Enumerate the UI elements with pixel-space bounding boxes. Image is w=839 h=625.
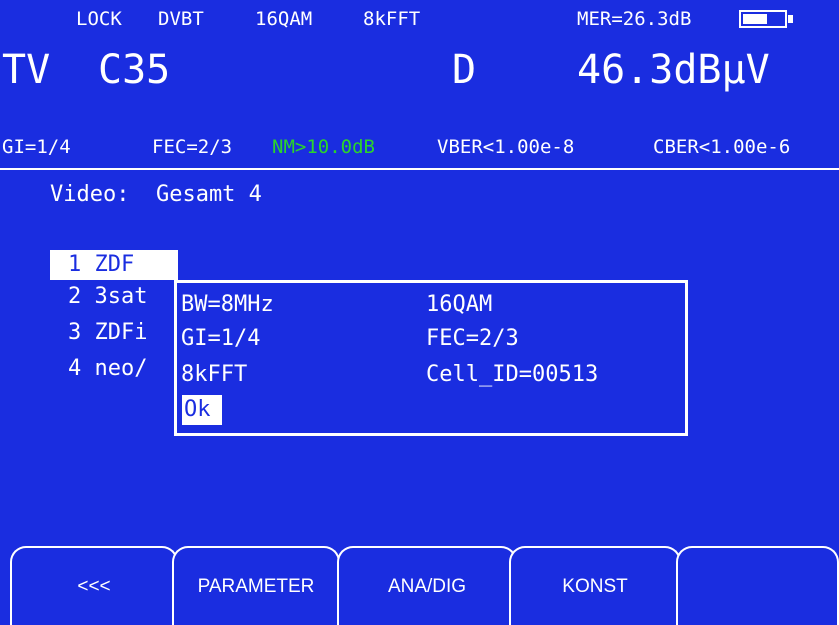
analyzer-screen: LOCK DVBT 16QAM 8kFFT MER=26.3dB TV C35 … — [0, 0, 839, 625]
list-header: Video: Gesamt 4 — [50, 182, 262, 207]
gi-value: GI=1/4 — [2, 136, 71, 158]
lock-status: LOCK — [76, 8, 122, 30]
konst-softkey-label: KONST — [562, 575, 628, 597]
parameter-softkey-label: PARAMETER — [197, 575, 315, 597]
fec-value: FEC=2/3 — [152, 136, 233, 158]
dialog-cell-id: Cell_ID=00513 — [426, 362, 599, 387]
back-softkey-label: <<< — [77, 575, 111, 597]
dialog-fft: 8kFFT — [181, 362, 248, 387]
fft-label: 8kFFT — [363, 8, 421, 30]
header-divider — [0, 168, 839, 170]
parameter-softkey[interactable]: PARAMETER — [172, 546, 340, 625]
battery-fill — [743, 14, 767, 24]
band-label: TV — [2, 47, 51, 93]
dialog-bandwidth: BW=8MHz — [181, 292, 274, 317]
mode-indicator: D — [452, 47, 477, 93]
vber-value: VBER<1.00e-8 — [437, 136, 575, 158]
channel-label: C35 — [98, 47, 171, 93]
ana-dig-softkey-label: ANA/DIG — [387, 575, 467, 597]
ok-button[interactable]: Ok — [182, 395, 222, 425]
ana-dig-softkey[interactable]: ANA/DIG — [337, 546, 517, 625]
list-item[interactable]: 1 ZDF — [50, 250, 178, 280]
battery-tip — [788, 15, 793, 23]
list-item[interactable]: 3 ZDFi — [68, 322, 147, 344]
back-softkey[interactable]: <<< — [10, 546, 178, 625]
modulation-label: 16QAM — [255, 8, 313, 30]
dialog-fec: FEC=2/3 — [426, 326, 519, 351]
level-value: 46.3dBµV — [577, 47, 770, 93]
nm-value: NM>10.0dB — [272, 136, 375, 158]
empty-softkey[interactable] — [676, 546, 839, 625]
dialog-guard-interval: GI=1/4 — [181, 326, 261, 351]
konst-softkey[interactable]: KONST — [509, 546, 681, 625]
signal-info-dialog: BW=8MHz 16QAM GI=1/4 FEC=2/3 8kFFT Cell_… — [174, 280, 688, 436]
standard-label: DVBT — [158, 8, 204, 30]
list-item-label: 1 ZDF — [68, 252, 135, 277]
list-item[interactable]: 2 3sat — [68, 286, 147, 308]
dialog-modulation: 16QAM — [426, 292, 493, 317]
mer-value: MER=26.3dB — [577, 8, 692, 30]
list-item[interactable]: 4 neo/ — [68, 358, 147, 380]
battery-icon — [739, 10, 793, 28]
cber-value: CBER<1.00e-6 — [653, 136, 791, 158]
